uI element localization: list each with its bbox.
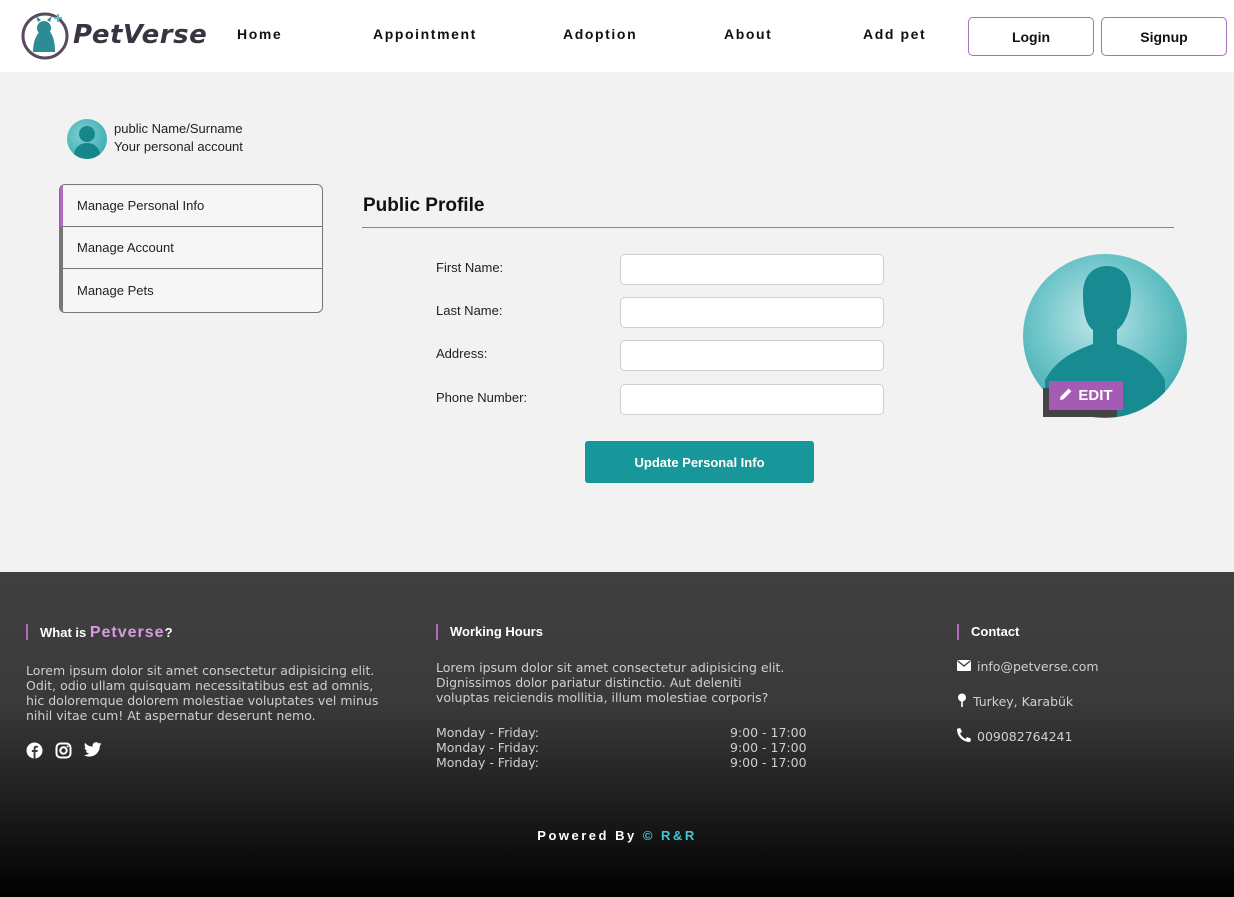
user-name: public Name/Surname	[114, 121, 243, 136]
contact-email-text: info@petverse.com	[977, 659, 1099, 674]
footer-brand: Petverse	[89, 624, 165, 641]
contact-phone-text: 009082764241	[977, 729, 1073, 744]
footer-about-suffix: ?	[164, 625, 173, 640]
sidebar-item-personal-info[interactable]: Manage Personal Info	[60, 185, 322, 227]
credit-link[interactable]: R&R	[661, 828, 697, 843]
settings-sidebar: Manage Personal Info Manage Account Mana…	[59, 184, 323, 313]
last-name-field[interactable]	[620, 297, 884, 328]
phone-field[interactable]	[620, 384, 884, 415]
brand-logo[interactable]: PetVerse	[21, 8, 207, 62]
nav-appointment[interactable]: Appointment	[373, 26, 477, 42]
hours-table: Monday - Friday: 9:00 - 17:00 Monday - F…	[436, 725, 807, 770]
address-field[interactable]	[620, 340, 884, 371]
hours-row: Monday - Friday: 9:00 - 17:00	[436, 740, 807, 755]
footer-contact-heading: Contact	[957, 624, 1019, 640]
hours-day: Monday - Friday:	[436, 755, 539, 770]
footer-about-heading: What is Petverse?	[26, 624, 173, 642]
contact-location: Turkey, Karabük	[957, 693, 1073, 710]
powered-by-label: Powered By	[537, 828, 637, 843]
first-name-field[interactable]	[620, 254, 884, 285]
user-subtitle: Your personal account	[114, 139, 243, 154]
user-info: public Name/Surname Your personal accoun…	[114, 120, 243, 156]
address-label: Address:	[436, 346, 488, 361]
pencil-icon	[1059, 387, 1073, 405]
phone-icon	[957, 728, 971, 745]
hours-day: Monday - Friday:	[436, 740, 539, 755]
social-links	[26, 742, 102, 764]
contact-email[interactable]: info@petverse.com	[957, 659, 1099, 674]
hours-time: 9:00 - 17:00	[730, 755, 807, 770]
nav-home[interactable]: Home	[237, 26, 282, 42]
hours-row: Monday - Friday: 9:00 - 17:00	[436, 725, 807, 740]
twitter-icon[interactable]	[83, 742, 102, 764]
phone-label: Phone Number:	[436, 390, 528, 405]
nav-about[interactable]: About	[724, 26, 772, 42]
login-button[interactable]: Login	[968, 17, 1094, 56]
contact-phone[interactable]: 009082764241	[957, 728, 1072, 745]
update-personal-info-button[interactable]: Update Personal Info	[585, 441, 814, 483]
signup-button[interactable]: Signup	[1101, 17, 1227, 56]
nav-adoption[interactable]: Adoption	[563, 26, 637, 42]
instagram-icon[interactable]	[55, 742, 72, 764]
map-pin-icon	[957, 693, 967, 710]
sidebar-item-account[interactable]: Manage Account	[60, 227, 322, 269]
footer-hours-heading: Working Hours	[436, 624, 543, 640]
last-name-label: Last Name:	[436, 303, 503, 318]
copyright-symbol: ©	[642, 828, 655, 843]
edit-label: EDIT	[1078, 387, 1113, 404]
brand-name: PetVerse	[73, 20, 208, 50]
user-avatar	[67, 119, 107, 159]
footer-hours-text: Lorem ipsum dolor sit amet consectetur a…	[436, 660, 785, 705]
first-name-label: First Name:	[436, 260, 504, 275]
hours-day: Monday - Friday:	[436, 725, 539, 740]
page-title: Public Profile	[363, 195, 485, 216]
facebook-icon[interactable]	[26, 742, 43, 764]
contact-location-text: Turkey, Karabük	[973, 694, 1074, 709]
hours-time: 9:00 - 17:00	[730, 725, 807, 740]
footer-about-text: Lorem ipsum dolor sit amet consectetur a…	[26, 663, 379, 723]
footer-about-prefix: What is	[40, 625, 87, 640]
top-nav: PetVerse Home Appointment Adoption About…	[0, 0, 1234, 72]
hours-row: Monday - Friday: 9:00 - 17:00	[436, 755, 807, 770]
petverse-logo-icon	[21, 8, 69, 62]
title-divider	[362, 227, 1174, 228]
nav-add-pet[interactable]: Add pet	[863, 26, 926, 42]
envelope-icon	[957, 659, 971, 674]
sidebar-item-pets[interactable]: Manage Pets	[60, 269, 322, 312]
edit-photo-button[interactable]: EDIT	[1049, 381, 1123, 410]
powered-by: Powered By © R&R	[0, 828, 1234, 843]
hours-time: 9:00 - 17:00	[730, 740, 807, 755]
